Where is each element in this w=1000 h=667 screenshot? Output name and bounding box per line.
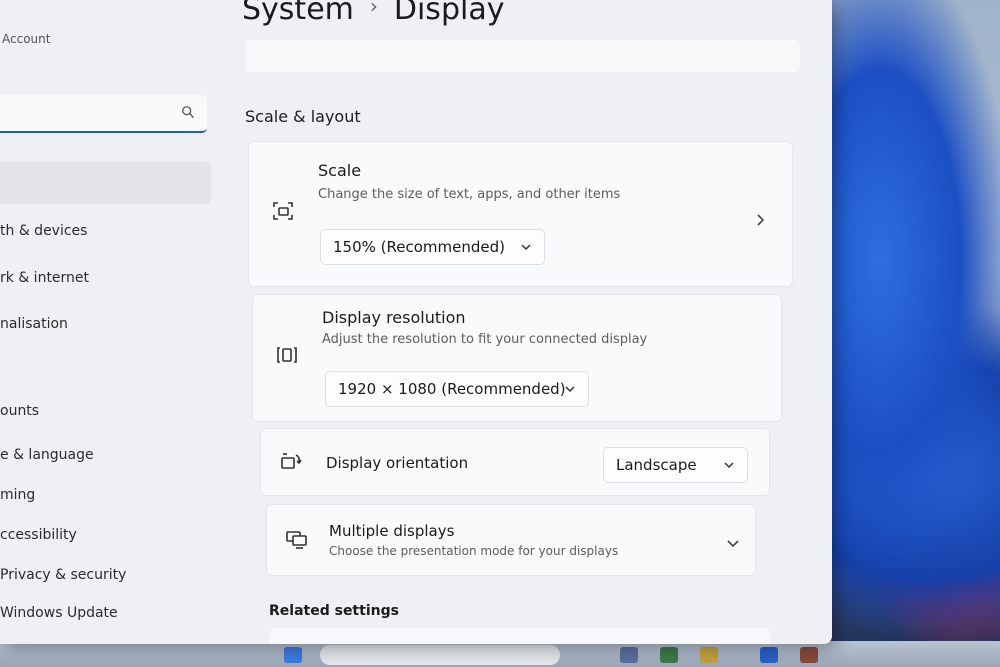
orientation-title: Display orientation bbox=[326, 454, 469, 472]
orientation-value: Landscape bbox=[616, 456, 697, 474]
taskbar-app-icon[interactable] bbox=[700, 647, 718, 663]
page-title: Display bbox=[393, 0, 505, 27]
main-content: System › Display Scale & layout Scale Chan… bbox=[230, 0, 832, 644]
sidebar-item-accessibility[interactable]: ccessibility bbox=[0, 527, 77, 543]
account-label: Account bbox=[2, 32, 51, 46]
sidebar-item-time-language[interactable]: e & language bbox=[0, 447, 94, 463]
taskbar-app-icon[interactable] bbox=[800, 647, 818, 663]
multiple-displays-icon bbox=[286, 531, 307, 549]
resolution-title: Display resolution bbox=[322, 308, 466, 327]
multiple-displays-card[interactable]: Multiple displays Choose the presentatio… bbox=[266, 504, 756, 576]
chevron-down-icon[interactable] bbox=[726, 539, 740, 549]
taskbar-app-icon[interactable] bbox=[760, 647, 778, 663]
breadcrumb-parent[interactable]: System bbox=[242, 0, 354, 27]
taskbar bbox=[0, 641, 1000, 667]
scale-icon bbox=[273, 202, 293, 220]
settings-window: Account th & devices rk & internet nalis… bbox=[0, 0, 832, 644]
scale-value: 150% (Recommended) bbox=[333, 238, 505, 256]
search-icon bbox=[182, 106, 194, 118]
resolution-value: 1920 × 1080 (Recommended) bbox=[338, 380, 566, 398]
scale-dropdown[interactable]: 150% (Recommended) bbox=[320, 229, 545, 265]
breadcrumb-separator: › bbox=[369, 0, 378, 18]
breadcrumb: System › Display bbox=[242, 0, 504, 27]
scale-description: Change the size of text, apps, and other… bbox=[318, 187, 621, 202]
sidebar-item-bluetooth-devices[interactable]: th & devices bbox=[0, 223, 87, 239]
chevron-down-icon bbox=[724, 462, 734, 469]
brightness-card[interactable] bbox=[245, 40, 800, 72]
multiple-displays-description: Choose the presentation mode for your di… bbox=[329, 544, 619, 558]
sidebar-item-personalisation[interactable]: nalisation bbox=[0, 316, 68, 332]
orientation-card: Display orientation Landscape bbox=[260, 428, 770, 496]
related-settings-card[interactable] bbox=[270, 628, 770, 644]
sidebar-item-gaming[interactable]: ming bbox=[0, 487, 35, 503]
multiple-displays-title: Multiple displays bbox=[329, 522, 455, 540]
sidebar-item-system[interactable] bbox=[0, 162, 211, 204]
search-input[interactable] bbox=[0, 95, 207, 133]
chevron-down-icon bbox=[521, 244, 531, 251]
orientation-icon bbox=[281, 453, 302, 469]
scale-card[interactable]: Scale Change the size of text, apps, and… bbox=[248, 141, 793, 287]
sidebar-item-windows-update[interactable]: Windows Update bbox=[0, 605, 118, 621]
sidebar-item-privacy-security[interactable]: Privacy & security bbox=[0, 567, 126, 583]
chevron-down-icon bbox=[565, 386, 575, 393]
resolution-dropdown[interactable]: 1920 × 1080 (Recommended) bbox=[325, 371, 589, 407]
sidebar-item-network-internet[interactable]: rk & internet bbox=[0, 270, 89, 286]
resolution-description: Adjust the resolution to fit your connec… bbox=[322, 332, 648, 347]
scale-title: Scale bbox=[318, 161, 362, 180]
related-settings-title: Related settings bbox=[269, 603, 399, 619]
resolution-icon bbox=[277, 347, 297, 363]
taskbar-app-icon[interactable] bbox=[660, 647, 678, 663]
taskbar-search[interactable] bbox=[320, 645, 560, 665]
resolution-card[interactable]: Display resolution Adjust the resolution… bbox=[252, 294, 782, 422]
chevron-right-icon[interactable] bbox=[754, 212, 766, 228]
start-icon[interactable] bbox=[284, 647, 302, 663]
sidebar-item-accounts[interactable]: ounts bbox=[0, 403, 39, 419]
sidebar: Account th & devices rk & internet nalis… bbox=[0, 0, 230, 644]
section-title: Scale & layout bbox=[245, 107, 361, 126]
orientation-dropdown[interactable]: Landscape bbox=[603, 447, 748, 483]
taskbar-app-icon[interactable] bbox=[620, 647, 638, 663]
